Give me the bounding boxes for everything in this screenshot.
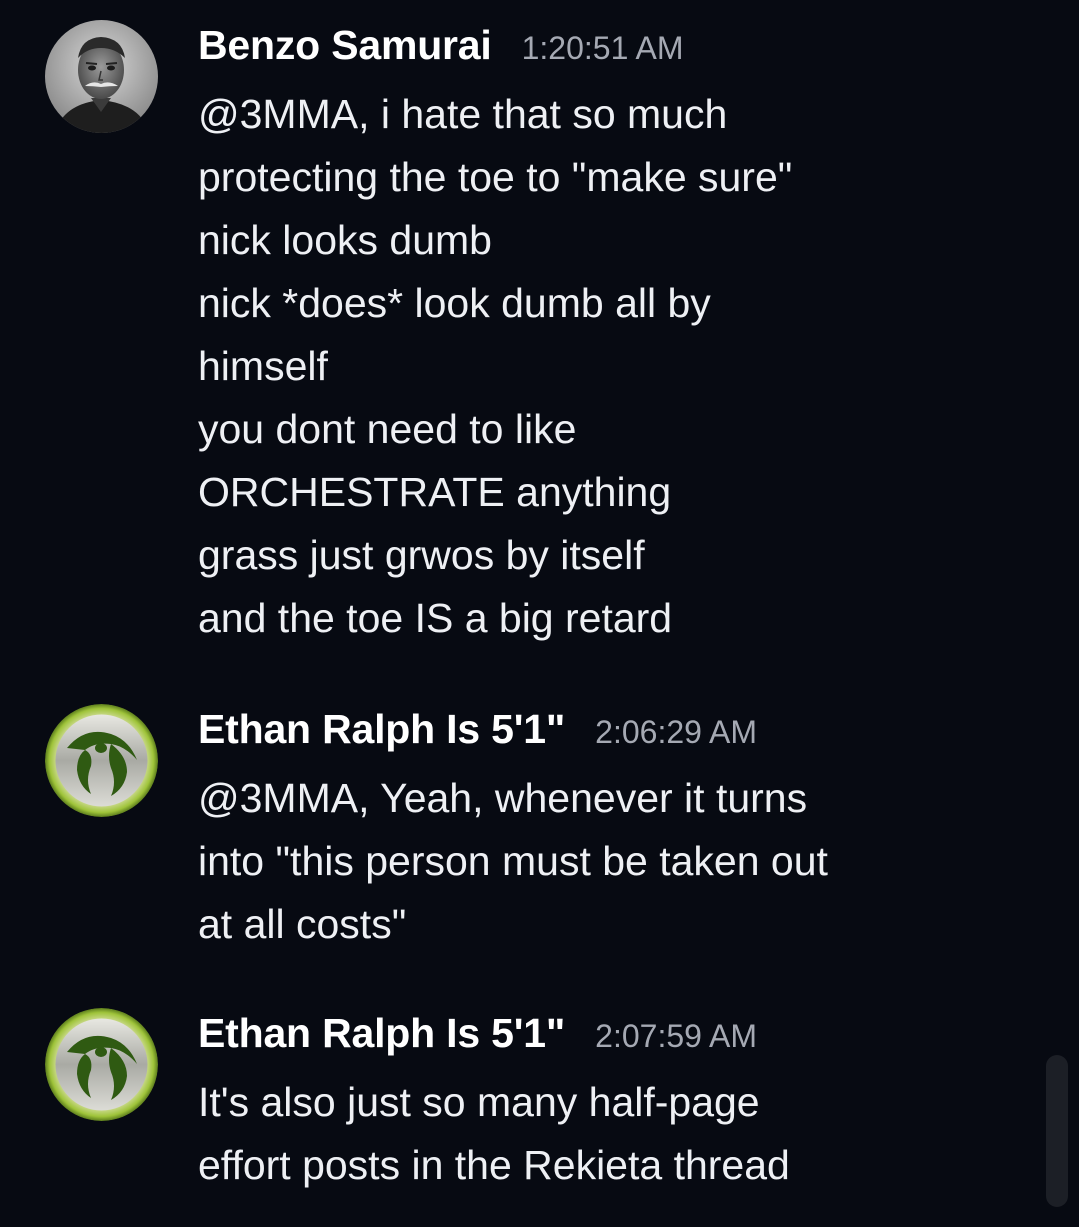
message-line: himself bbox=[198, 343, 328, 389]
message-line: nick *does* look dumb all by bbox=[198, 280, 711, 326]
message-line: at all costs" bbox=[198, 901, 407, 947]
timestamp: 2:06:29 AM bbox=[595, 714, 758, 750]
avatar[interactable] bbox=[45, 1008, 158, 1121]
message-text: @3MMA, Yeah, whenever it turns into "thi… bbox=[198, 767, 1018, 956]
message-line: It's also just so many half-page bbox=[198, 1079, 760, 1125]
message-line: protecting the toe to "make sure" bbox=[198, 154, 793, 200]
green-emblem-logo-icon bbox=[45, 704, 158, 817]
message-body: Ethan Ralph Is 5'1" 2:07:59 AM It's also … bbox=[198, 1008, 1018, 1197]
message-feed[interactable]: Benzo Samurai 1:20:51 AM @3MMA, i hate th… bbox=[0, 0, 1079, 1227]
author-name[interactable]: Benzo Samurai bbox=[198, 22, 492, 68]
message-header: Ethan Ralph Is 5'1" 2:06:29 AM bbox=[198, 704, 1018, 754]
message-line: @3MMA, i hate that so much bbox=[198, 91, 728, 137]
scrollbar-thumb[interactable] bbox=[1046, 1055, 1068, 1207]
message-line: you dont need to like bbox=[198, 406, 577, 452]
author-name[interactable]: Ethan Ralph Is 5'1" bbox=[198, 706, 565, 752]
portrait-photo-icon bbox=[45, 20, 158, 133]
timestamp: 2:07:59 AM bbox=[595, 1018, 758, 1054]
message-line: nick looks dumb bbox=[198, 217, 492, 263]
message-body: Benzo Samurai 1:20:51 AM @3MMA, i hate th… bbox=[198, 20, 1018, 650]
avatar[interactable] bbox=[45, 704, 158, 817]
message-text: @3MMA, i hate that so much protecting th… bbox=[198, 83, 1018, 650]
message-line: into "this person must be taken out bbox=[198, 838, 828, 884]
message-line: effort posts in the Rekieta thread bbox=[198, 1142, 790, 1188]
message-line: ORCHESTRATE anything bbox=[198, 469, 672, 515]
avatar[interactable] bbox=[45, 20, 158, 133]
green-emblem-logo-icon bbox=[45, 1008, 158, 1121]
message-header: Ethan Ralph Is 5'1" 2:07:59 AM bbox=[198, 1008, 1018, 1058]
author-name[interactable]: Ethan Ralph Is 5'1" bbox=[198, 1010, 565, 1056]
message-line: grass just grwos by itself bbox=[198, 532, 645, 578]
message-text: It's also just so many half-page effort … bbox=[198, 1071, 1018, 1197]
message-line: and the toe IS a big retard bbox=[198, 595, 673, 641]
message-line: @3MMA, Yeah, whenever it turns bbox=[198, 775, 808, 821]
message-body: Ethan Ralph Is 5'1" 2:06:29 AM @3MMA, Yea… bbox=[198, 704, 1018, 956]
timestamp: 1:20:51 AM bbox=[521, 30, 684, 66]
message-header: Benzo Samurai 1:20:51 AM bbox=[198, 20, 1018, 70]
